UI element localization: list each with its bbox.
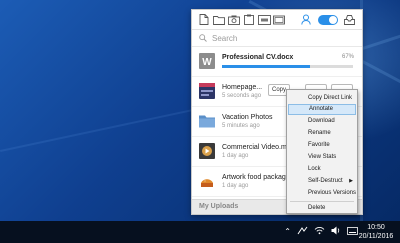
file-timestamp: 1 day ago (222, 183, 249, 189)
file-timestamp: 5 minutes ago (222, 123, 260, 129)
chevron-up-icon[interactable]: ⌃ (284, 225, 291, 239)
file-timestamp: 1 day ago (222, 153, 249, 159)
wifi-icon[interactable] (314, 225, 325, 239)
inbox-icon[interactable] (342, 13, 356, 27)
file-name: Commercial Video.mp4 (222, 144, 295, 151)
user-icon[interactable] (299, 13, 313, 27)
search-icon (198, 34, 207, 43)
file-name: Vacation Photos (222, 114, 273, 121)
my-uploads-label: My Uploads (199, 203, 239, 210)
search-bar[interactable]: Search (192, 30, 362, 47)
new-file-icon[interactable] (197, 13, 211, 27)
clock-time: 10:50 (367, 224, 385, 231)
menu-item-delete[interactable]: Delete (288, 203, 356, 214)
clipboard-icon[interactable] (242, 13, 256, 27)
system-tray: ⌃ (284, 225, 358, 239)
menu-item-self-destruct[interactable]: Self-Destruct ▶ (288, 176, 356, 187)
menu-item-download[interactable]: Download (288, 116, 356, 127)
toolbar (192, 10, 362, 30)
svg-text:W: W (202, 57, 212, 68)
menu-item-favorite[interactable]: Favorite (288, 140, 356, 151)
menu-item-view-stats[interactable]: View Stats (288, 152, 356, 163)
upload-progress-fill (222, 65, 310, 68)
clock[interactable]: 10:50 20/11/2016 (356, 223, 396, 241)
submenu-arrow-icon: ▶ (349, 178, 353, 184)
file-name: Homepage... (222, 84, 263, 91)
webpage-thumbnail (199, 83, 215, 99)
camera-icon[interactable] (227, 13, 241, 27)
taskbar: ⌃ 10:50 20/11/2016 (0, 221, 400, 243)
menu-item-annotate[interactable]: Annotate (288, 104, 356, 115)
file-name: Professional CV.docx (222, 54, 294, 61)
menu-separator (290, 201, 354, 202)
menu-item-rename[interactable]: Rename (288, 128, 356, 139)
menu-item-previous-versions[interactable]: Previous Versions (288, 188, 356, 199)
menu-item-lock[interactable]: Lock (288, 164, 356, 175)
clock-date: 20/11/2016 (358, 233, 394, 240)
menu-item-copy-direct-link[interactable]: Copy Direct Link (288, 93, 356, 104)
list-item[interactable]: W Professional CV.docx 67% (192, 47, 362, 77)
menu-item-label: Self-Destruct (308, 178, 343, 184)
folder-icon[interactable] (212, 13, 226, 27)
upload-percentage: 67% (341, 54, 354, 60)
file-timestamp: 5 seconds ago (222, 93, 262, 99)
folder-icon (199, 113, 215, 129)
gif-icon[interactable] (257, 13, 271, 27)
network-icon[interactable] (297, 225, 308, 239)
video-thumbnail (199, 143, 215, 159)
upload-progress-bar (222, 65, 353, 68)
toggle-switch[interactable] (318, 14, 338, 25)
video-icon[interactable] (272, 13, 286, 27)
context-menu: Copy Direct Link Annotate Download Renam… (286, 89, 358, 214)
search-input[interactable]: Search (212, 34, 237, 43)
word-file-icon: W (199, 53, 215, 69)
volume-icon[interactable] (331, 225, 341, 239)
artwork-thumbnail (199, 173, 215, 189)
